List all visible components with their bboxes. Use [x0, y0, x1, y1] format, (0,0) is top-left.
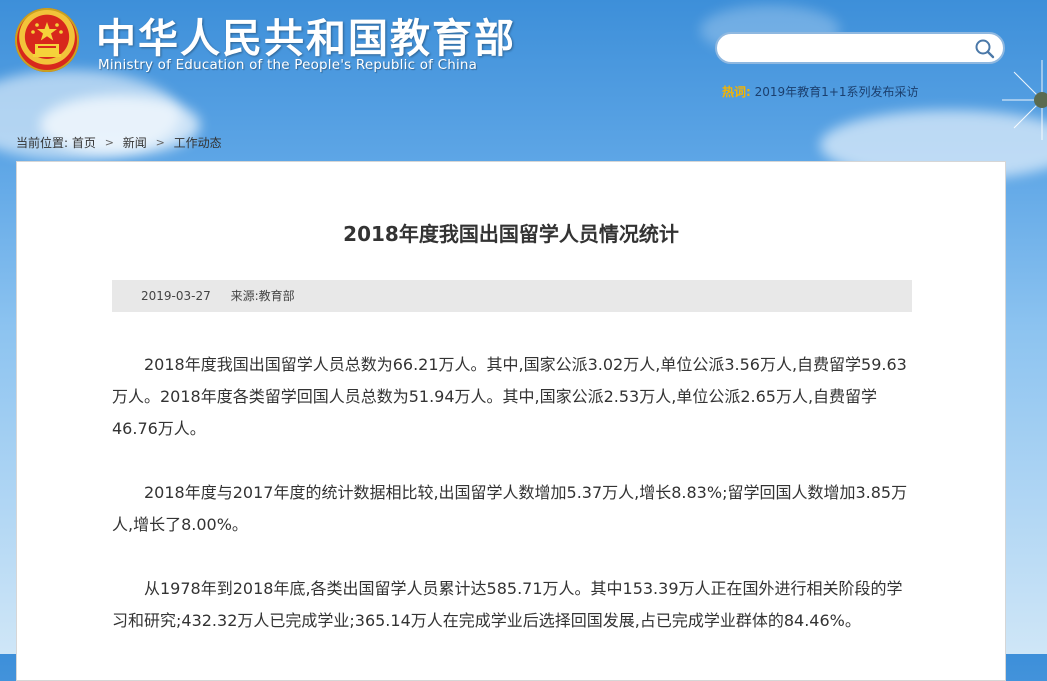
- hot-words-link[interactable]: 2019年教育1+1系列发布采访: [755, 85, 919, 99]
- breadcrumb: 当前位置: 首页 > 新闻 > 工作动态: [16, 134, 222, 151]
- hot-words-label: 热词:: [722, 85, 751, 99]
- breadcrumb-prefix: 当前位置:: [16, 136, 69, 150]
- breadcrumb-item-news[interactable]: 新闻: [123, 136, 147, 150]
- article-paragraph: 从1978年到2018年底,各类出国留学人员累计达585.71万人。其中153.…: [112, 579, 903, 630]
- dandelion-decoration-icon: [1002, 60, 1047, 140]
- article-paragraph: 2018年度我国出国留学人员总数为66.21万人。其中,国家公派3.02万人,单…: [112, 355, 907, 438]
- search-input[interactable]: [729, 38, 973, 60]
- chevron-right-icon: >: [155, 136, 165, 149]
- site-subtitle: Ministry of Education of the People's Re…: [98, 57, 478, 73]
- site-title[interactable]: 中华人民共和国教育部: [96, 6, 516, 64]
- search-box: [715, 32, 1005, 64]
- article-date: 2019-03-27: [141, 289, 211, 303]
- article-meta: 2019-03-27 来源:教育部: [112, 280, 912, 312]
- article-title: 2018年度我国出国留学人员情况统计: [343, 222, 679, 246]
- article-body: 2018年度我国出国留学人员总数为66.21万人。其中,国家公派3.02万人,单…: [112, 349, 912, 669]
- breadcrumb-item-home[interactable]: 首页: [72, 136, 96, 150]
- breadcrumb-item-work-news[interactable]: 工作动态: [174, 136, 222, 150]
- search-icon[interactable]: [973, 37, 997, 59]
- star-icon: [31, 22, 63, 57]
- article-source: 来源:教育部: [230, 289, 295, 303]
- article-paragraph: 2018年度与2017年度的统计数据相比较,出国留学人数增加5.37万人,增长8…: [112, 483, 908, 534]
- national-emblem-logo[interactable]: [15, 8, 79, 72]
- hot-words: 热词: 2019年教育1+1系列发布采访: [722, 83, 919, 100]
- article-panel: 2018年度我国出国留学人员情况统计 2019-03-27 来源:教育部 201…: [16, 161, 1006, 681]
- chevron-right-icon: >: [104, 136, 114, 149]
